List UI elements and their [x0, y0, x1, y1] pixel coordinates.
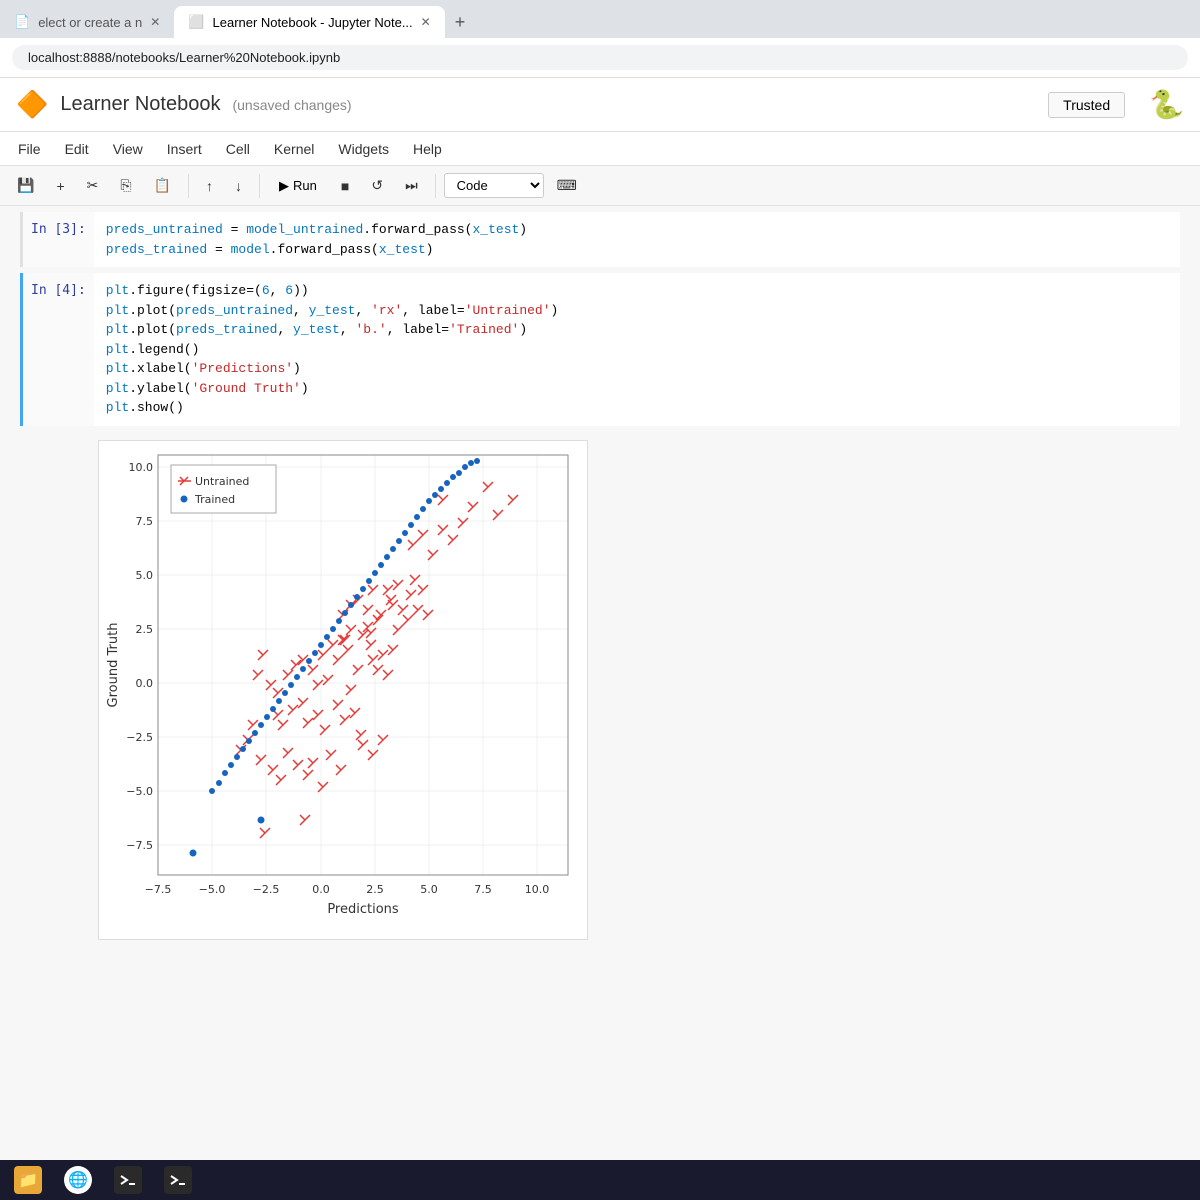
chrome-icon: 🌐 [64, 1166, 92, 1194]
browser-tabs: 📄 elect or create a n ✕ ⬜ Learner Notebo… [0, 0, 1200, 38]
python-icon: 🐍 [1149, 88, 1184, 121]
taskbar-terminal1[interactable] [104, 1162, 152, 1198]
svg-text:7.5: 7.5 [136, 515, 154, 528]
svg-text:5.0: 5.0 [136, 569, 154, 582]
cut-button[interactable]: ✂ [78, 172, 108, 199]
y-axis-labels: 10.0 7.5 5.0 2.5 0.0 −2.5 −5.0 −7.5 [126, 461, 153, 852]
cell-3-code: preds_untrained = model_untrained.forwar… [106, 220, 1168, 259]
svg-text:−2.5: −2.5 [126, 731, 153, 744]
toolbar-sep-2 [259, 174, 260, 198]
x-axis-title: Predictions [327, 902, 399, 917]
jupyter-menu: File Edit View Insert Cell Kernel Widget… [0, 132, 1200, 166]
tab1-favicon: 📄 [14, 14, 30, 30]
tab2-favicon: ⬜ [188, 14, 204, 30]
menu-widgets[interactable]: Widgets [328, 137, 399, 161]
keyboard-button[interactable]: ⌨ [548, 172, 586, 199]
menu-edit[interactable]: Edit [55, 137, 99, 161]
menu-help[interactable]: Help [403, 137, 452, 161]
svg-text:10.0: 10.0 [129, 461, 154, 474]
plot-container: 10.0 7.5 5.0 2.5 0.0 −2.5 −5.0 −7.5 −7.5… [98, 440, 588, 940]
tab2-close[interactable]: ✕ [421, 15, 431, 29]
menu-cell[interactable]: Cell [216, 137, 260, 161]
tab2-label: Learner Notebook - Jupyter Note... [213, 15, 413, 30]
copy-button[interactable]: ⎘ [111, 172, 140, 199]
cell-3-prompt: In [3]: [23, 212, 94, 267]
restart-button[interactable]: ↺ [362, 172, 392, 199]
taskbar-files[interactable]: 📁 [4, 1162, 52, 1198]
svg-text:2.5: 2.5 [136, 623, 154, 636]
cell-4-code: plt.figure(figsize=(6, 6)) plt.plot(pred… [106, 281, 1168, 418]
svg-text:−2.5: −2.5 [253, 883, 280, 896]
svg-text:−7.5: −7.5 [145, 883, 172, 896]
stop-button[interactable]: ■ [332, 173, 358, 199]
tab1-close[interactable]: ✕ [150, 15, 160, 29]
svg-text:−5.0: −5.0 [199, 883, 226, 896]
page-title: Learner Notebook [60, 93, 220, 116]
legend-trained-label: Trained [194, 493, 235, 506]
unsaved-indicator: (unsaved changes) [232, 97, 351, 113]
svg-text:2.5: 2.5 [366, 883, 384, 896]
files-icon: 📁 [14, 1166, 42, 1194]
taskbar-chrome[interactable]: 🌐 [54, 1162, 102, 1198]
svg-text:5.0: 5.0 [420, 883, 438, 896]
paste-button[interactable]: 📋 [145, 172, 180, 199]
fast-forward-button[interactable]: ⏭ [396, 172, 427, 199]
run-button[interactable]: ▶ Run [268, 173, 328, 199]
terminal2-icon [164, 1166, 192, 1194]
svg-text:10.0: 10.0 [525, 883, 550, 896]
taskbar: 📁 🌐 [0, 1160, 1200, 1200]
trusted-button[interactable]: Trusted [1048, 92, 1125, 118]
cell-4-prompt: In [4]: [23, 273, 94, 426]
svg-text:−7.5: −7.5 [126, 839, 153, 852]
x-axis-labels: −7.5 −5.0 −2.5 0.0 2.5 5.0 7.5 10.0 [145, 883, 550, 896]
svg-text:0.0: 0.0 [312, 883, 330, 896]
move-down-button[interactable]: ↓ [226, 173, 251, 199]
run-icon: ▶ [279, 178, 289, 194]
toolbar-sep-1 [188, 174, 189, 198]
jupyter-header: 🔶 Learner Notebook (unsaved changes) Tru… [0, 78, 1200, 132]
menu-view[interactable]: View [103, 137, 153, 161]
tab1-label: elect or create a n [38, 15, 142, 30]
move-up-button[interactable]: ↑ [197, 173, 222, 199]
browser-bar: localhost:8888/notebooks/Learner%20Noteb… [0, 38, 1200, 78]
menu-insert[interactable]: Insert [157, 137, 212, 161]
scatter-plot: 10.0 7.5 5.0 2.5 0.0 −2.5 −5.0 −7.5 −7.5… [103, 445, 583, 935]
svg-text:7.5: 7.5 [474, 883, 492, 896]
new-tab-button[interactable]: + [445, 8, 476, 37]
legend-untrained-label: Untrained [195, 475, 249, 488]
notebook-content: In [3]: preds_untrained = model_untraine… [0, 206, 1200, 1160]
toolbar-sep-3 [435, 174, 436, 198]
tab-2[interactable]: ⬜ Learner Notebook - Jupyter Note... ✕ [174, 6, 444, 38]
tab-1[interactable]: 📄 elect or create a n ✕ [0, 6, 174, 38]
run-label: Run [293, 178, 317, 193]
cell-3-content[interactable]: preds_untrained = model_untrained.forwar… [94, 212, 1180, 267]
add-cell-button[interactable]: + [47, 173, 73, 199]
jupyter-toolbar: 💾 + ✂ ⎘ 📋 ↑ ↓ ▶ Run ■ ↺ ⏭ Code Markdown … [0, 166, 1200, 206]
menu-file[interactable]: File [8, 137, 51, 161]
svg-text:0.0: 0.0 [136, 677, 154, 690]
save-button[interactable]: 💾 [8, 172, 43, 199]
svg-text:−5.0: −5.0 [126, 785, 153, 798]
cell-4-content[interactable]: plt.figure(figsize=(6, 6)) plt.plot(pred… [94, 273, 1180, 426]
cell-4[interactable]: In [4]: plt.figure(figsize=(6, 6)) plt.p… [20, 273, 1180, 426]
menu-kernel[interactable]: Kernel [264, 137, 324, 161]
jupyter-logo: 🔶 [16, 89, 48, 120]
y-axis-title: Ground Truth [106, 622, 121, 707]
terminal1-icon [114, 1166, 142, 1194]
cell-3[interactable]: In [3]: preds_untrained = model_untraine… [20, 212, 1180, 267]
cell-type-select[interactable]: Code Markdown Raw [444, 173, 544, 198]
address-bar[interactable]: localhost:8888/notebooks/Learner%20Noteb… [12, 45, 1188, 70]
plot-output: 10.0 7.5 5.0 2.5 0.0 −2.5 −5.0 −7.5 −7.5… [90, 432, 1180, 951]
taskbar-terminal2[interactable] [154, 1162, 202, 1198]
